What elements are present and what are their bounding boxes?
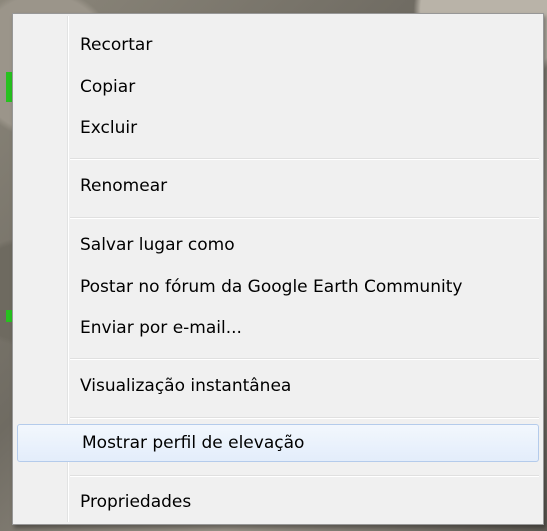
menu-item-properties[interactable]: Propriedades: [15, 483, 541, 521]
menu-item-save-place-as[interactable]: Salvar lugar como: [15, 226, 541, 264]
menu-separator: [70, 158, 539, 160]
menu-item-cut[interactable]: Recortar: [15, 26, 541, 64]
menu-item-show-elevation-profile[interactable]: Mostrar perfil de elevação: [17, 424, 539, 462]
menu-separator: [70, 217, 539, 219]
menu-separator: [70, 475, 539, 477]
menu-item-email[interactable]: Enviar por e-mail...: [15, 309, 541, 347]
menu-item-delete[interactable]: Excluir: [15, 109, 541, 147]
context-menu: Recortar Copiar Excluir Renomear Salvar …: [12, 13, 544, 525]
menu-item-rename[interactable]: Renomear: [15, 167, 541, 205]
menu-item-copy[interactable]: Copiar: [15, 68, 541, 106]
menu-separator: [70, 417, 539, 419]
menu-item-post-to-forum[interactable]: Postar no fórum da Google Earth Communit…: [15, 268, 541, 306]
menu-separator: [70, 358, 539, 360]
menu-item-snapshot-view[interactable]: Visualização instantânea: [15, 367, 541, 405]
